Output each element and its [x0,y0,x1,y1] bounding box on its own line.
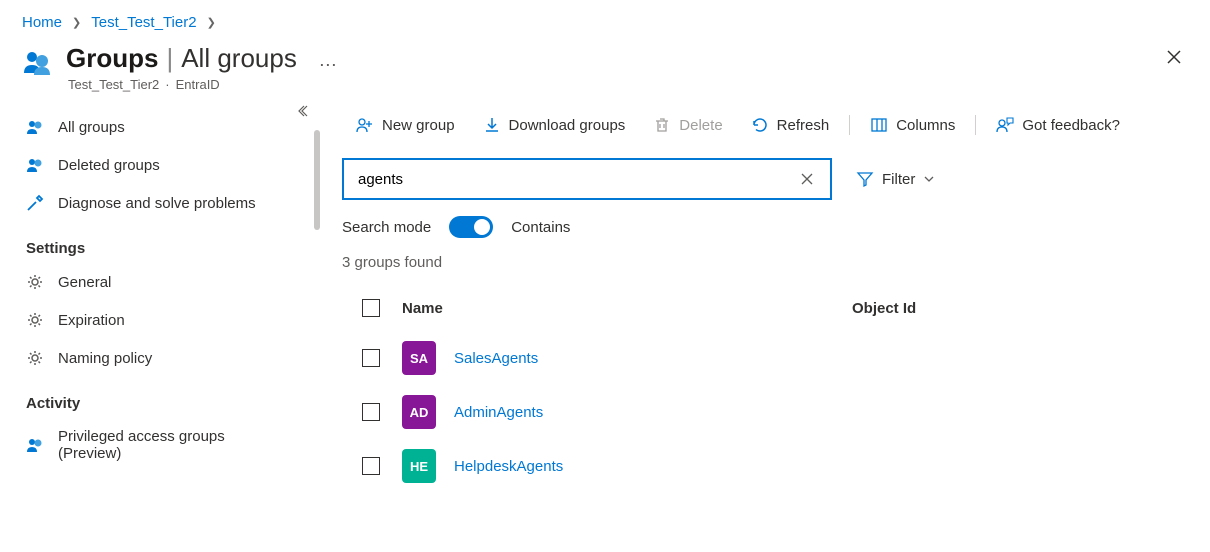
search-mode-label: Search mode [342,219,431,236]
group-name-link[interactable]: SalesAgents [454,350,538,367]
group-avatar: SA [402,341,436,375]
gear-icon [26,349,44,367]
gear-icon [26,311,44,329]
table-row[interactable]: SA SalesAgents [342,331,1188,385]
search-box [342,158,832,200]
breadcrumb: Home ❯ Test_Test_Tier2 ❯ [0,0,1210,39]
column-header-name[interactable]: Name [382,300,852,317]
columns-button[interactable]: Columns [856,110,969,140]
clear-search-button[interactable] [794,168,820,190]
search-mode-toggle[interactable] [449,216,493,238]
download-icon [483,116,501,134]
sidebar-section-activity: Activity [18,377,312,418]
sidebar-item-label: Expiration [58,312,125,329]
column-header-object-id[interactable]: Object Id [852,300,1188,317]
delete-button: Delete [639,110,736,140]
chevron-down-icon [923,173,935,185]
sidebar-section-settings: Settings [18,222,312,263]
sidebar-item-all-groups[interactable]: All groups [18,108,312,146]
page-title: Groups [66,43,158,74]
collapse-sidebar-button[interactable] [294,100,316,122]
row-checkbox[interactable] [362,457,380,475]
feedback-button[interactable]: Got feedback? [982,110,1134,140]
group-name-link[interactable]: HelpdeskAgents [454,458,563,475]
people-plus-icon [356,116,374,134]
results-count: 3 groups found [342,254,1188,271]
wrench-icon [26,194,44,212]
more-actions-button[interactable]: ⋯ [319,55,337,76]
gear-icon [26,273,44,291]
download-groups-button[interactable]: Download groups [469,110,640,140]
sidebar-item-label: Naming policy [58,350,152,367]
person-feedback-icon [996,116,1014,134]
select-all-checkbox[interactable] [362,299,380,317]
main-content: New group Download groups Delete Refresh [320,98,1210,530]
sidebar-item-privileged-access[interactable]: Privileged access groups (Preview) [18,418,312,472]
group-name-link[interactable]: AdminAgents [454,404,543,421]
people-icon [26,118,44,136]
sidebar-item-label: General [58,274,111,291]
sidebar-item-expiration[interactable]: Expiration [18,301,312,339]
command-bar: New group Download groups Delete Refresh [342,98,1188,158]
sidebar-item-general[interactable]: General [18,263,312,301]
chevron-right-icon: ❯ [72,16,81,29]
refresh-button[interactable]: Refresh [737,110,844,140]
groups-icon [22,47,54,79]
filter-button[interactable]: Filter [848,164,943,194]
refresh-icon [751,116,769,134]
page-header: Groups | All groups ⋯ [0,39,1210,91]
people-icon [26,436,44,454]
people-icon [26,156,44,174]
page-subtitle: All groups [181,43,297,74]
breadcrumb-tenant[interactable]: Test_Test_Tier2 [91,14,196,31]
sidebar-item-naming-policy[interactable]: Naming policy [18,339,312,377]
sidebar-item-label: All groups [58,119,125,136]
search-input[interactable] [354,167,794,192]
table-header: Name Object Id [342,293,1188,331]
chevron-right-icon: ❯ [207,16,216,29]
columns-icon [870,116,888,134]
trash-icon [653,116,671,134]
search-mode-value: Contains [511,219,570,236]
row-checkbox[interactable] [362,403,380,421]
sidebar-item-deleted-groups[interactable]: Deleted groups [18,146,312,184]
sidebar-item-label: Privileged access groups (Preview) [58,428,258,462]
table-row[interactable]: AD AdminAgents [342,385,1188,439]
close-button[interactable] [1160,43,1188,71]
row-checkbox[interactable] [362,349,380,367]
new-group-button[interactable]: New group [342,110,469,140]
breadcrumb-home[interactable]: Home [22,14,62,31]
sidebar-item-label: Deleted groups [58,157,160,174]
table-row[interactable]: HE HelpdeskAgents [342,439,1188,493]
filter-icon [856,170,874,188]
sidebar: All groups Deleted groups Diagnose and s… [0,98,320,530]
sidebar-item-label: Diagnose and solve problems [58,195,256,212]
group-avatar: HE [402,449,436,483]
sidebar-item-diagnose[interactable]: Diagnose and solve problems [18,184,312,222]
group-avatar: AD [402,395,436,429]
